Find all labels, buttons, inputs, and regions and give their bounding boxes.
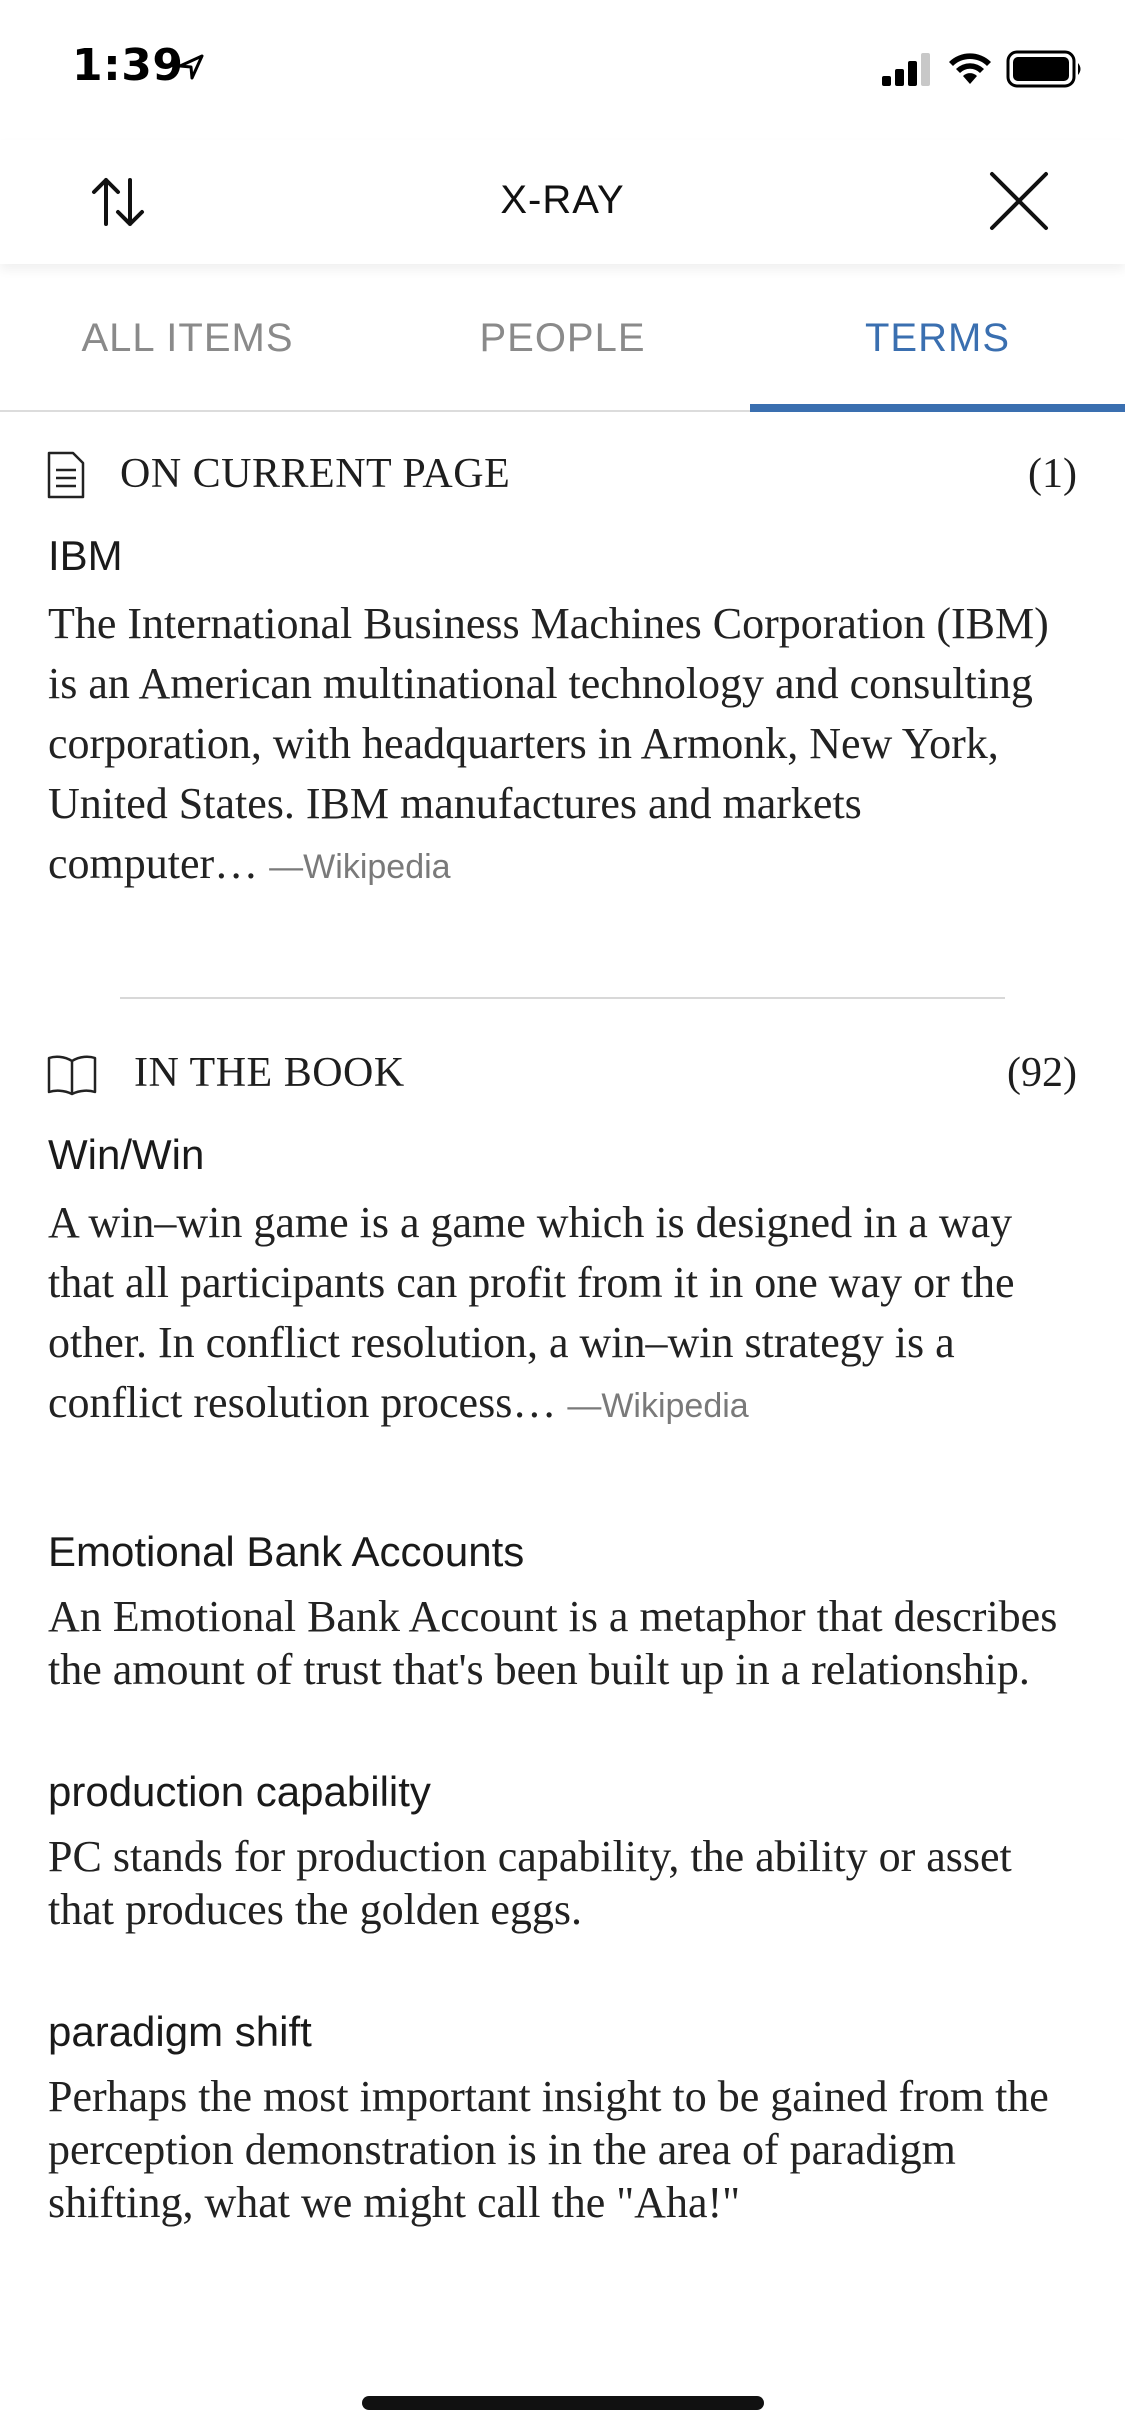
page-title: X-RAY: [500, 178, 625, 222]
source-label: —Wikipedia: [269, 848, 451, 886]
term-item-emotional-bank-accounts[interactable]: Emotional Bank Accounts An Emotional Ban…: [0, 1528, 1125, 1696]
term-description-text: A win–win game is a game which is design…: [48, 1198, 1015, 1427]
term-name: paradigm shift: [48, 2008, 312, 2055]
term-name: Win/Win: [48, 1131, 205, 1178]
section-count: (1): [1028, 451, 1077, 497]
home-indicator[interactable]: [362, 2396, 764, 2410]
term-name: Emotional Bank Accounts: [48, 1528, 525, 1575]
term-item-production-capability[interactable]: production capability PC stands for prod…: [0, 1768, 1125, 1936]
term-name: production capability: [48, 1768, 431, 1815]
section-count: (92): [1007, 1050, 1077, 1096]
term-description: PC stands for production capability, the…: [48, 1832, 1012, 1934]
section-header-current-page: ON CURRENT PAGE (1): [0, 412, 1125, 532]
document-icon: [47, 451, 85, 499]
tab-people[interactable]: PEOPLE: [375, 264, 750, 410]
wifi-icon: [949, 53, 991, 84]
status-bar: 1:39: [0, 0, 1125, 140]
section-header-in-book: IN THE BOOK (92): [0, 1011, 1125, 1131]
term-description: A win–win game is a game which is design…: [48, 1193, 1077, 1436]
battery-icon: [1006, 50, 1081, 88]
tab-terms[interactable]: TERMS: [750, 264, 1125, 412]
term-description: The International Business Machines Corp…: [48, 594, 1077, 897]
section-label: ON CURRENT PAGE: [120, 451, 511, 497]
terms-list: ON CURRENT PAGE (1) IBM The Internationa…: [0, 412, 1125, 2229]
term-item-win-win[interactable]: Win/Win A win–win game is a game which i…: [0, 1131, 1125, 1436]
term-item-paradigm-shift[interactable]: paradigm shift Perhaps the most importan…: [0, 2008, 1125, 2229]
term-name: IBM: [48, 532, 123, 579]
cellular-signal-icon: [882, 53, 930, 86]
term-description-text: The International Business Machines Corp…: [48, 599, 1049, 888]
term-description: Perhaps the most important insight to be…: [48, 2072, 1049, 2227]
open-book-icon: [47, 1055, 97, 1096]
tab-all-items[interactable]: ALL ITEMS: [0, 264, 375, 410]
xray-header: X-RAY: [0, 140, 1125, 264]
term-description: An Emotional Bank Account is a metaphor …: [48, 1592, 1058, 1694]
term-item-ibm[interactable]: IBM The International Business Machines …: [0, 532, 1125, 897]
location-arrow-icon: [178, 54, 204, 80]
close-icon[interactable]: [986, 168, 1052, 234]
section-label: IN THE BOOK: [134, 1050, 405, 1096]
tab-bar: ALL ITEMS PEOPLE TERMS: [0, 264, 1125, 412]
source-label: —Wikipedia: [567, 1387, 749, 1425]
status-time: 1:39: [72, 40, 184, 91]
